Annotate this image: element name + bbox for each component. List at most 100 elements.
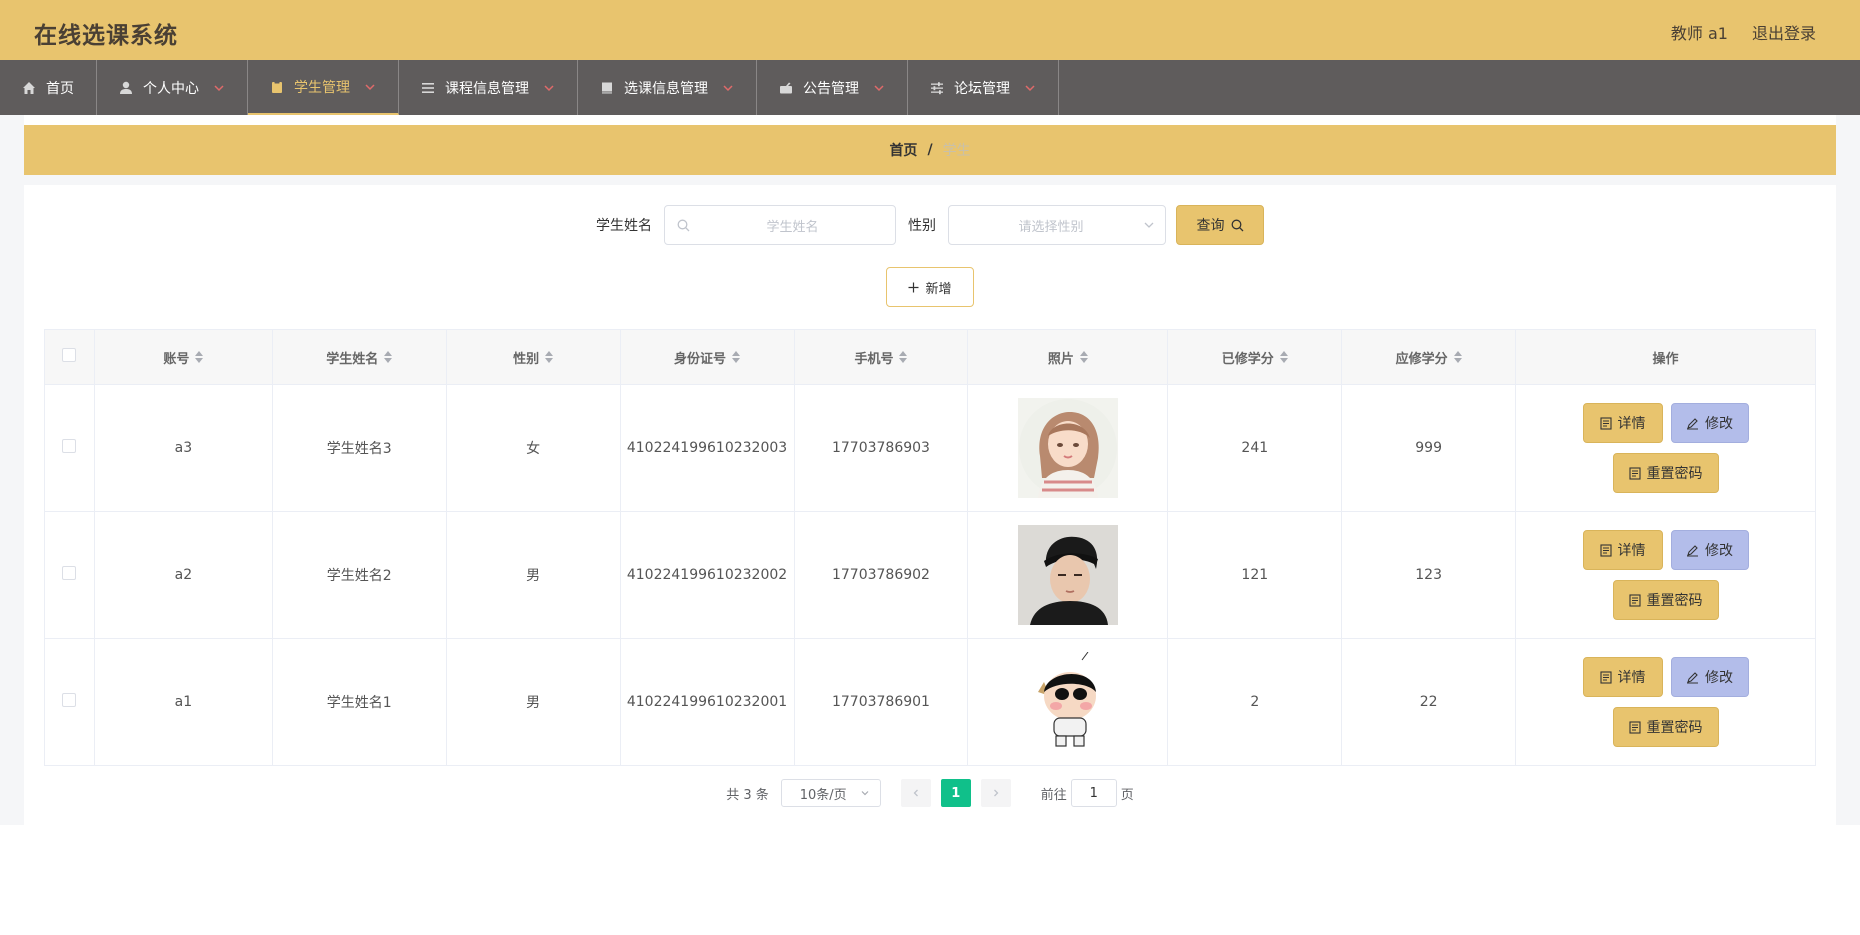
plus-icon — [908, 282, 919, 292]
goto-label: 前往 — [1040, 787, 1067, 803]
sort-icon[interactable] — [1453, 351, 1462, 363]
edit-button[interactable]: 修改 — [1670, 657, 1749, 697]
reset-password-button[interactable]: 重置密码 — [1612, 707, 1719, 747]
column-header[interactable]: 已修学分 — [1167, 329, 1343, 385]
nav-item-courses[interactable]: 课程信息管理 — [399, 60, 578, 115]
chevron-down-icon — [365, 83, 375, 90]
breadcrumb-current: 学生 — [942, 143, 971, 159]
detail-button[interactable]: 详情 — [1582, 657, 1663, 697]
chevron-down-icon — [1025, 84, 1035, 91]
add-row: 新增 — [0, 267, 1860, 307]
pagination: 共 3 条 10条/页 1 前往 1 页 — [0, 779, 1860, 807]
account-cell: a2 — [94, 511, 273, 639]
operations-cell: 详情 修改 重置密码 — [1515, 511, 1816, 639]
column-header[interactable]: 照片 — [967, 329, 1169, 385]
edit-button[interactable]: 修改 — [1670, 403, 1749, 443]
search-icon — [677, 219, 690, 231]
clipboard-icon — [272, 80, 282, 93]
top-header: 在线选课系统 教师 a1 退出登录 — [0, 0, 1860, 60]
document-icon — [1599, 670, 1612, 684]
row-checkbox[interactable] — [62, 439, 77, 453]
account-cell: a1 — [94, 638, 273, 766]
gender-select[interactable]: 请选择性别 — [948, 205, 1166, 245]
phone-cell: 17703786903 — [794, 384, 969, 512]
sort-icon[interactable] — [1079, 351, 1088, 363]
table-row: a1 学生姓名1 男 410224199610232001 1770378690… — [44, 638, 1816, 766]
nav-item-home[interactable]: 首页 — [0, 60, 97, 115]
photo-cell — [967, 511, 1169, 639]
sort-icon[interactable] — [384, 351, 393, 363]
chevron-down-icon — [544, 84, 554, 91]
phone-cell: 17703786902 — [794, 511, 969, 639]
edit-button[interactable]: 修改 — [1670, 530, 1749, 570]
sort-icon[interactable] — [899, 351, 908, 363]
column-header[interactable]: 应修学分 — [1341, 329, 1517, 385]
reset-password-button[interactable]: 重置密码 — [1612, 580, 1719, 620]
nav-item-announcements[interactable]: 公告管理 — [757, 60, 908, 115]
column-header[interactable]: 学生姓名 — [272, 329, 447, 385]
document-icon — [1628, 466, 1641, 480]
row-checkbox[interactable] — [62, 566, 77, 580]
detail-button[interactable]: 详情 — [1582, 403, 1663, 443]
student-photo — [1017, 652, 1118, 752]
logout-link[interactable]: 退出登录 — [1752, 20, 1816, 44]
name-search-input[interactable]: 学生姓名 — [664, 205, 896, 245]
breadcrumb-home[interactable]: 首页 — [889, 140, 917, 160]
document-icon — [1628, 720, 1641, 734]
page-background — [0, 175, 1860, 185]
goto-page-input[interactable]: 1 — [1070, 779, 1117, 807]
prev-page-button[interactable] — [900, 779, 931, 807]
chevron-left-icon — [913, 789, 918, 797]
sort-icon[interactable] — [732, 351, 741, 363]
table-header-row: 账号 学生姓名 性别 身份证号 手机号 照片 已修学分 应修学分 操作 — [44, 329, 1816, 385]
sort-icon[interactable] — [545, 351, 554, 363]
page-number-active[interactable]: 1 — [940, 779, 971, 807]
add-button[interactable]: 新增 — [886, 267, 974, 307]
nav-label: 学生管理 — [294, 79, 350, 96]
gender-cell: 男 — [446, 638, 621, 766]
name-filter-label: 学生姓名 — [596, 218, 652, 234]
chevron-down-icon — [214, 84, 224, 91]
earned-credits-cell: 241 — [1167, 384, 1343, 512]
row-checkbox[interactable] — [62, 693, 77, 707]
gender-cell: 男 — [446, 511, 621, 639]
detail-button[interactable]: 详情 — [1582, 530, 1663, 570]
id-card-cell: 410224199610232003 — [620, 384, 795, 512]
nav-item-personal[interactable]: 个人中心 — [97, 60, 248, 115]
required-credits-cell: 999 — [1341, 384, 1517, 512]
query-button[interactable]: 查询 — [1176, 205, 1264, 245]
sort-icon[interactable] — [195, 351, 204, 363]
search-icon — [1231, 219, 1243, 231]
document-icon — [1599, 416, 1612, 430]
nav-item-forum[interactable]: 论坛管理 — [908, 60, 1059, 115]
document-icon — [1628, 593, 1641, 607]
students-table: 账号 学生姓名 性别 身份证号 手机号 照片 已修学分 应修学分 操作 a3 学… — [44, 329, 1816, 766]
select-all-checkbox[interactable] — [62, 348, 77, 362]
reset-password-button[interactable]: 重置密码 — [1612, 453, 1719, 493]
column-header[interactable]: 账号 — [94, 329, 273, 385]
megaphone-icon — [780, 82, 792, 93]
column-header[interactable]: 身份证号 — [620, 329, 795, 385]
total-count: 共 3 条 — [726, 787, 769, 803]
phone-cell: 17703786901 — [794, 638, 969, 766]
query-button-label: 查询 — [1196, 218, 1225, 234]
gender-select-placeholder: 请选择性别 — [1018, 219, 1084, 235]
page-size-select[interactable]: 10条/页 — [780, 779, 881, 807]
name-cell: 学生姓名3 — [272, 384, 447, 512]
nav-item-students[interactable]: 学生管理 — [248, 60, 399, 115]
name-search-placeholder: 学生姓名 — [766, 219, 819, 235]
photo-cell — [967, 638, 1169, 766]
sort-icon[interactable] — [1279, 351, 1288, 363]
nav-item-enrollment[interactable]: 选课信息管理 — [578, 60, 757, 115]
next-page-button[interactable] — [980, 779, 1011, 807]
column-header[interactable]: 手机号 — [794, 329, 969, 385]
user-icon — [120, 81, 132, 94]
column-header[interactable]: 性别 — [446, 329, 621, 385]
id-card-cell: 410224199610232001 — [620, 638, 795, 766]
list-icon — [422, 82, 434, 93]
operations-cell: 详情 修改 重置密码 — [1515, 638, 1816, 766]
gender-filter-label: 性别 — [908, 218, 936, 234]
table-row: a2 学生姓名2 男 410224199610232002 1770378690… — [44, 511, 1816, 639]
pencil-icon — [1687, 671, 1699, 683]
table-row: a3 学生姓名3 女 410224199610232003 1770378690… — [44, 384, 1816, 512]
